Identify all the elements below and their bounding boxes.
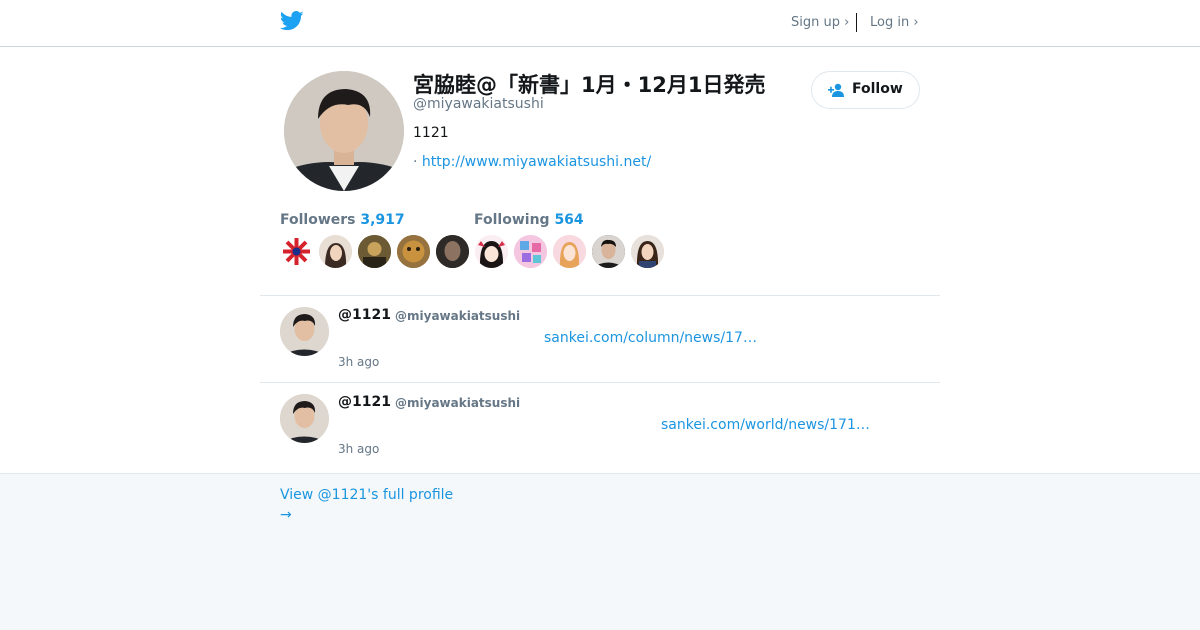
tweet-author-handle[interactable]: @miyawakiatsushi — [395, 309, 520, 323]
follower-avatar[interactable] — [397, 235, 430, 268]
top-bar: Sign up › Log in › — [0, 0, 1200, 47]
followers-stat[interactable]: Followers 3,917 — [280, 212, 405, 228]
follower-avatar[interactable] — [514, 235, 547, 268]
follower-avatar[interactable] — [436, 235, 469, 268]
full-profile-label: View @1121's full profile — [280, 487, 454, 503]
arrow-right-icon: → — [280, 507, 292, 523]
website-link[interactable]: http://www.miyawakiatsushi.net/ — [422, 154, 651, 170]
follower-avatar[interactable] — [280, 235, 313, 268]
tweet-avatar[interactable] — [280, 394, 329, 443]
follower-avatar[interactable] — [358, 235, 391, 268]
login-link[interactable]: Log in › — [870, 15, 919, 30]
tweet-link[interactable]: sankei.com/world/news/171… — [661, 417, 870, 433]
tweet-author-name[interactable]: @1121 — [338, 307, 391, 323]
follow-button[interactable]: Follow — [811, 71, 920, 109]
follower-avatar[interactable] — [592, 235, 625, 268]
add-user-icon — [828, 83, 844, 97]
follower-avatar[interactable] — [553, 235, 586, 268]
following-label: Following — [474, 212, 550, 228]
website-prefix: · — [413, 154, 422, 170]
screen-name[interactable]: @miyawakiatsushi — [413, 96, 544, 112]
view-full-profile-link[interactable]: View @1121's full profile → — [280, 485, 453, 525]
display-name: 宮脇睦@「新書」1月・12月1日発売 — [413, 73, 766, 97]
follower-avatar[interactable] — [631, 235, 664, 268]
tweet-author-name[interactable]: @1121 — [338, 394, 391, 410]
profile-card: 宮脇睦@「新書」1月・12月1日発売 @miyawakiatsushi 1121… — [0, 47, 1200, 474]
tweet-link[interactable]: sankei.com/column/news/17… — [544, 330, 757, 346]
tweet-item[interactable]: @1121 @miyawakiatsushi sankei.com/world/… — [260, 382, 940, 469]
profile-bio: 1121 — [413, 125, 449, 141]
follow-label: Follow — [852, 81, 903, 97]
follower-avatar[interactable] — [319, 235, 352, 268]
following-stat[interactable]: Following 564 — [474, 212, 584, 228]
profile-avatar[interactable] — [284, 71, 404, 191]
tweet-item[interactable]: @1121 @miyawakiatsushi sankei.com/column… — [260, 295, 940, 382]
followers-label: Followers — [280, 212, 356, 228]
following-count: 564 — [554, 212, 584, 228]
profile-website: · http://www.miyawakiatsushi.net/ — [413, 154, 651, 170]
signup-link[interactable]: Sign up › — [791, 15, 849, 30]
tweet-avatar[interactable] — [280, 307, 329, 356]
follower-avatar[interactable] — [475, 235, 508, 268]
profile-photo — [284, 71, 404, 191]
tweet-timestamp[interactable]: 3h ago — [338, 355, 379, 369]
tweet-author-handle[interactable]: @miyawakiatsushi — [395, 396, 520, 410]
tweet-timestamp[interactable]: 3h ago — [338, 442, 379, 456]
followers-count: 3,917 — [360, 212, 405, 228]
twitter-bird-icon[interactable] — [280, 11, 304, 31]
nav-divider — [856, 13, 857, 32]
